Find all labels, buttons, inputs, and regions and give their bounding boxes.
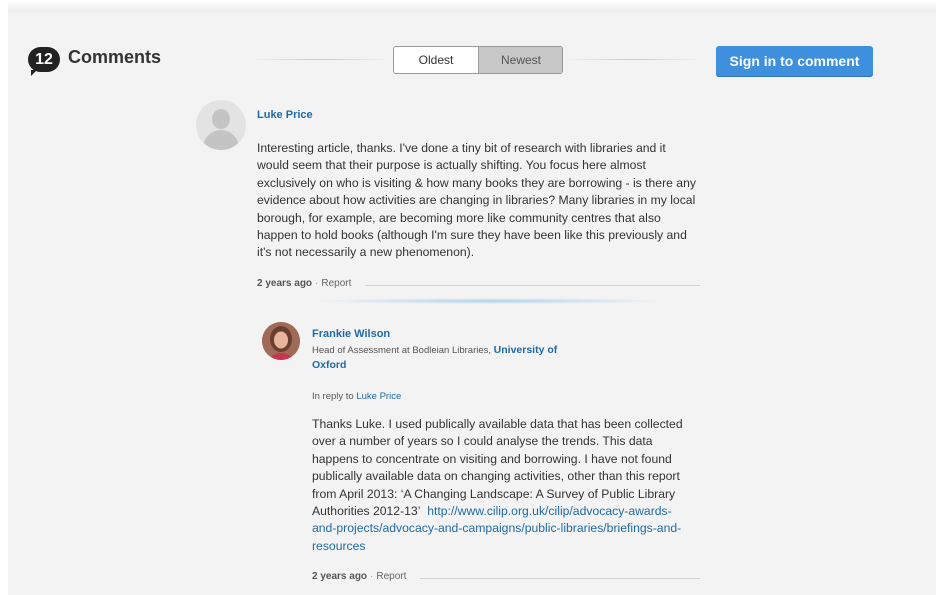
reply-to-link[interactable]: Luke Price bbox=[356, 391, 401, 402]
reply-prefix: In reply to bbox=[312, 391, 354, 402]
comment-line: Interesting article, thanks. I've done a… bbox=[257, 141, 666, 155]
comment-line: borough, for example, are becoming more … bbox=[257, 210, 661, 225]
comment-line: evidence about how activities are changi… bbox=[257, 193, 696, 208]
comment-line: happen to hold books (although I'm sure … bbox=[257, 228, 687, 243]
header-divider-left bbox=[250, 59, 390, 60]
comment-line: would seem that their purpose is actuall… bbox=[257, 158, 646, 173]
comment-line: exclusively on who is visiting & how man… bbox=[257, 175, 696, 190]
reply-timestamp[interactable]: 2 years ago bbox=[312, 571, 367, 582]
reply-line: from April 2013: ‘A Changing Landscape: … bbox=[312, 486, 676, 501]
reply-meta: 2 years ago · Report bbox=[312, 571, 407, 582]
comment-body: Interesting article, thanks. I've done a… bbox=[257, 140, 696, 262]
author-role: Head of Assessment at Bodleian Libraries… bbox=[312, 345, 492, 356]
report-url-link-cont[interactable]: and-projects/advocacy-and-campaigns/publ… bbox=[312, 521, 681, 535]
reply-line: happens to concentrate on visiting and b… bbox=[312, 451, 672, 466]
comment-line: it's not necessarily a new phenomenon). bbox=[257, 245, 475, 260]
reply-report-link[interactable]: Report bbox=[376, 571, 406, 582]
sort-toggle: Oldest Newest bbox=[393, 46, 563, 74]
header-divider-right bbox=[565, 59, 700, 60]
report-url-link-end[interactable]: resources bbox=[312, 539, 366, 553]
user-photo-avatar[interactable] bbox=[262, 322, 300, 360]
default-avatar-icon[interactable] bbox=[196, 100, 246, 150]
reply-meta-divider bbox=[420, 578, 700, 579]
comment-author-luke-price[interactable]: Luke Price bbox=[257, 109, 313, 121]
report-url-link[interactable]: http://www.cilip.org.uk/cilip/advocacy-a… bbox=[427, 504, 672, 518]
author-organization-cont[interactable]: Oxford bbox=[312, 359, 346, 371]
sort-oldest-tab[interactable]: Oldest bbox=[394, 47, 478, 73]
author-subtitle: Head of Assessment at Bodleian Libraries… bbox=[312, 343, 602, 373]
reply-context: In reply to Luke Price bbox=[312, 391, 401, 402]
reply-line: over a number of years so I could analys… bbox=[312, 434, 653, 449]
comment-count-badge: 12 bbox=[28, 47, 60, 76]
comments-heading: Comments bbox=[68, 47, 162, 67]
reply-body: Thanks Luke. I used publically available… bbox=[312, 416, 683, 555]
comment-author-frankie-wilson[interactable]: Frankie Wilson bbox=[312, 328, 390, 340]
reply-line: publically available data on changing ac… bbox=[312, 469, 680, 484]
sign-in-to-comment-button[interactable]: Sign in to comment bbox=[716, 46, 873, 77]
reply-line: Authorities 2012-13’ bbox=[312, 504, 421, 519]
comment-meta: 2 years ago · Report bbox=[257, 278, 352, 289]
reply-line: Thanks Luke. I used publically available… bbox=[312, 417, 683, 431]
meta-divider bbox=[365, 285, 700, 286]
reply-divider-glow bbox=[310, 298, 670, 304]
comment-timestamp[interactable]: 2 years ago bbox=[257, 278, 312, 289]
sort-newest-tab[interactable]: Newest bbox=[478, 47, 562, 73]
report-link[interactable]: Report bbox=[321, 278, 351, 289]
author-organization[interactable]: University of bbox=[494, 344, 558, 356]
